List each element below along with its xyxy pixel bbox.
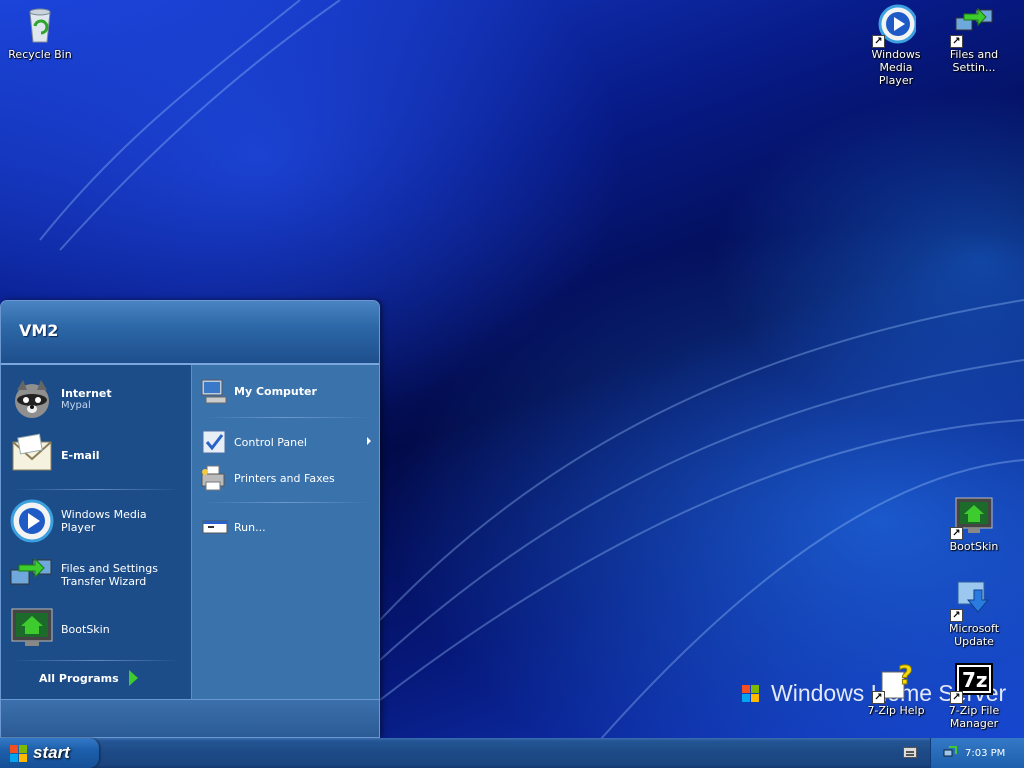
menu-separator xyxy=(11,489,181,490)
desktop-icon-windows-media-player[interactable]: ↗ Windows Media Player xyxy=(856,4,936,87)
taskbar: start 7:03 PM xyxy=(0,738,1024,768)
desktop-icon-label: 7-Zip File Manager xyxy=(948,704,1000,730)
envelope-icon xyxy=(9,432,55,478)
desktop-icon-label: Files and Settin... xyxy=(949,48,999,74)
start-item-label: Control Panel xyxy=(234,435,307,449)
control-panel-icon xyxy=(200,428,228,456)
start-button[interactable]: start xyxy=(0,738,99,768)
desktop-icon-label: Windows Media Player xyxy=(871,48,921,87)
desktop-icon-7zip-manager[interactable]: 7z ↗ 7-Zip File Manager xyxy=(934,660,1014,730)
all-programs-button[interactable]: All Programs xyxy=(39,667,191,689)
update-icon: ↗ xyxy=(950,578,994,622)
transfer-wizard-icon: ↗ xyxy=(950,4,994,48)
desktop-icon-label: Recycle Bin xyxy=(8,48,72,61)
windows-flag-icon xyxy=(742,685,759,702)
start-menu-user-name: VM2 xyxy=(1,301,379,365)
start-item-printers-faxes[interactable]: Printers and Faxes xyxy=(192,460,379,496)
menu-separator xyxy=(202,417,371,418)
help-file-icon: ? ↗ xyxy=(872,660,916,704)
raccoon-browser-icon xyxy=(9,376,55,422)
keyboard-icon[interactable] xyxy=(903,747,917,758)
start-item-title: E-mail xyxy=(61,448,100,462)
shortcut-arrow-icon: ↗ xyxy=(872,691,885,704)
all-programs-label: All Programs xyxy=(39,671,119,685)
start-item-control-panel[interactable]: Control Panel xyxy=(192,424,379,460)
bootskin-icon xyxy=(9,606,55,652)
green-arrow-icon xyxy=(128,670,138,686)
clock[interactable]: 7:03 PM xyxy=(965,748,1005,759)
start-menu-footer xyxy=(1,699,379,737)
start-item-label: My Computer xyxy=(234,384,317,398)
start-menu-left-pane: Internet Mypal E-mail Windows Media Play… xyxy=(1,365,191,699)
start-item-email[interactable]: E-mail xyxy=(1,427,191,483)
shortcut-arrow-icon: ↗ xyxy=(950,527,963,540)
transfer-wizard-icon xyxy=(9,552,55,598)
network-icon[interactable] xyxy=(943,746,957,760)
start-label: start xyxy=(33,743,70,762)
start-item-title: Internet xyxy=(61,387,112,400)
desktop-icon-microsoft-update[interactable]: ↗ Microsoft Update xyxy=(934,578,1014,648)
system-tray: 7:03 PM xyxy=(930,738,1024,768)
desktop-icon-bootskin[interactable]: ↗ BootSkin xyxy=(934,496,1014,553)
desktop-icon-label: Microsoft Update xyxy=(948,622,1000,648)
start-item-label: Windows Media Player xyxy=(61,508,147,534)
desktop-icon-label: 7-Zip Help xyxy=(867,704,925,717)
desktop-icon-files-settings[interactable]: ↗ Files and Settin... xyxy=(934,4,1014,74)
start-item-files-settings[interactable]: Files and Settings Transfer Wizard xyxy=(1,546,191,604)
menu-separator xyxy=(202,502,371,503)
shortcut-arrow-icon: ↗ xyxy=(950,35,963,48)
shortcut-arrow-icon: ↗ xyxy=(950,609,963,622)
start-item-windows-media-player[interactable]: Windows Media Player xyxy=(1,496,191,546)
recycle-bin-icon xyxy=(20,4,60,44)
desktop-icon-label: BootSkin xyxy=(949,540,999,553)
start-item-label: BootSkin xyxy=(61,622,110,636)
start-item-run[interactable]: Run... xyxy=(192,509,379,545)
start-item-bootskin[interactable]: BootSkin xyxy=(1,604,191,654)
svg-text:?: ? xyxy=(898,661,913,691)
start-item-subtitle: Mypal xyxy=(61,400,91,411)
7zip-icon: 7z ↗ xyxy=(950,660,994,704)
shortcut-arrow-icon: ↗ xyxy=(950,691,963,704)
media-player-icon: ↗ xyxy=(872,4,918,48)
desktop-icon-recycle-bin[interactable]: Recycle Bin xyxy=(0,4,80,61)
computer-icon xyxy=(200,377,228,405)
start-item-label: Files and Settings Transfer Wizard xyxy=(61,562,158,588)
windows-flag-icon xyxy=(10,744,27,762)
submenu-arrow-icon xyxy=(367,437,371,445)
start-menu: VM2 Internet Mypal E-mail Windows Media … xyxy=(0,300,380,738)
run-icon xyxy=(200,513,228,541)
shortcut-arrow-icon: ↗ xyxy=(872,35,885,48)
svg-text:7z: 7z xyxy=(962,668,988,692)
start-menu-right-pane: My Computer Control Panel Printers and F… xyxy=(191,365,379,699)
desktop-icon-7zip-help[interactable]: ? ↗ 7-Zip Help xyxy=(856,660,936,718)
start-item-label: Run... xyxy=(234,520,266,534)
start-item-my-computer[interactable]: My Computer xyxy=(192,371,379,411)
menu-separator xyxy=(11,660,181,661)
bootskin-icon: ↗ xyxy=(950,496,994,540)
printer-icon xyxy=(200,464,228,492)
start-item-internet[interactable]: Internet Mypal xyxy=(1,371,191,427)
media-player-icon xyxy=(9,498,55,544)
start-item-label: Printers and Faxes xyxy=(234,471,335,485)
